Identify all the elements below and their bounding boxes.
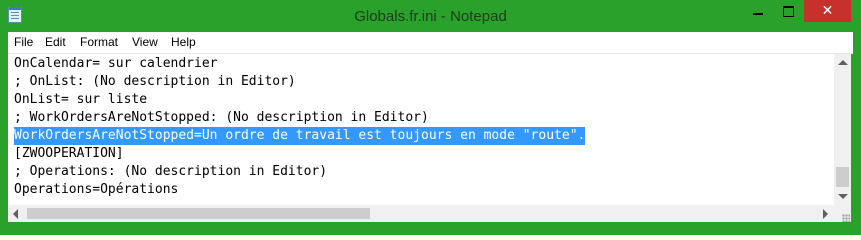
menu-format[interactable]: Format xyxy=(80,35,118,49)
menu-bar: File Edit Format View Help xyxy=(8,32,853,54)
menu-file[interactable]: File xyxy=(14,35,33,49)
close-button[interactable]: ✕ xyxy=(804,0,851,22)
scroll-left-icon[interactable] xyxy=(13,209,18,219)
horizontal-scroll-thumb[interactable] xyxy=(27,208,370,219)
maximize-button[interactable] xyxy=(775,0,801,22)
minimize-button[interactable] xyxy=(745,0,771,22)
scroll-down-icon[interactable] xyxy=(838,194,848,199)
scroll-up-icon[interactable] xyxy=(838,60,848,65)
text-editor[interactable]: OnCalendar= sur calendrier ; OnList: (No… xyxy=(8,54,834,205)
text-line: OnList= sur liste xyxy=(14,92,148,107)
maximize-icon xyxy=(782,5,794,17)
title-bar[interactable]: Globals.fr.ini - Notepad ✕ xyxy=(0,0,861,32)
window-title: Globals.fr.ini - Notepad xyxy=(354,8,507,25)
menu-view[interactable]: View xyxy=(132,35,158,49)
vertical-scroll-thumb[interactable] xyxy=(836,167,849,187)
close-icon: ✕ xyxy=(821,3,834,19)
menu-edit[interactable]: Edit xyxy=(45,35,66,49)
text-line: ; WorkOrdersAreNotStopped: (No descripti… xyxy=(14,110,429,125)
menu-help[interactable]: Help xyxy=(171,35,196,49)
text-line: ; OnList: (No description in Editor) xyxy=(14,74,296,89)
text-line: ; Operations: (No description in Editor) xyxy=(14,164,328,179)
vertical-scrollbar[interactable] xyxy=(834,54,851,205)
resize-grip-icon[interactable] xyxy=(842,214,850,222)
text-line: [ZWOOPERATION] xyxy=(14,146,124,161)
text-line: Operations=Opérations xyxy=(14,182,179,197)
horizontal-scrollbar[interactable] xyxy=(8,205,834,222)
selected-text-line: WorkOrdersAreNotStopped=Un ordre de trav… xyxy=(14,127,586,145)
text-line: OnCalendar= sur calendrier xyxy=(14,56,218,71)
notepad-window: Globals.fr.ini - Notepad ✕ File Edit For… xyxy=(0,0,861,235)
scroll-right-icon[interactable] xyxy=(823,209,828,219)
minimize-icon xyxy=(753,13,763,15)
